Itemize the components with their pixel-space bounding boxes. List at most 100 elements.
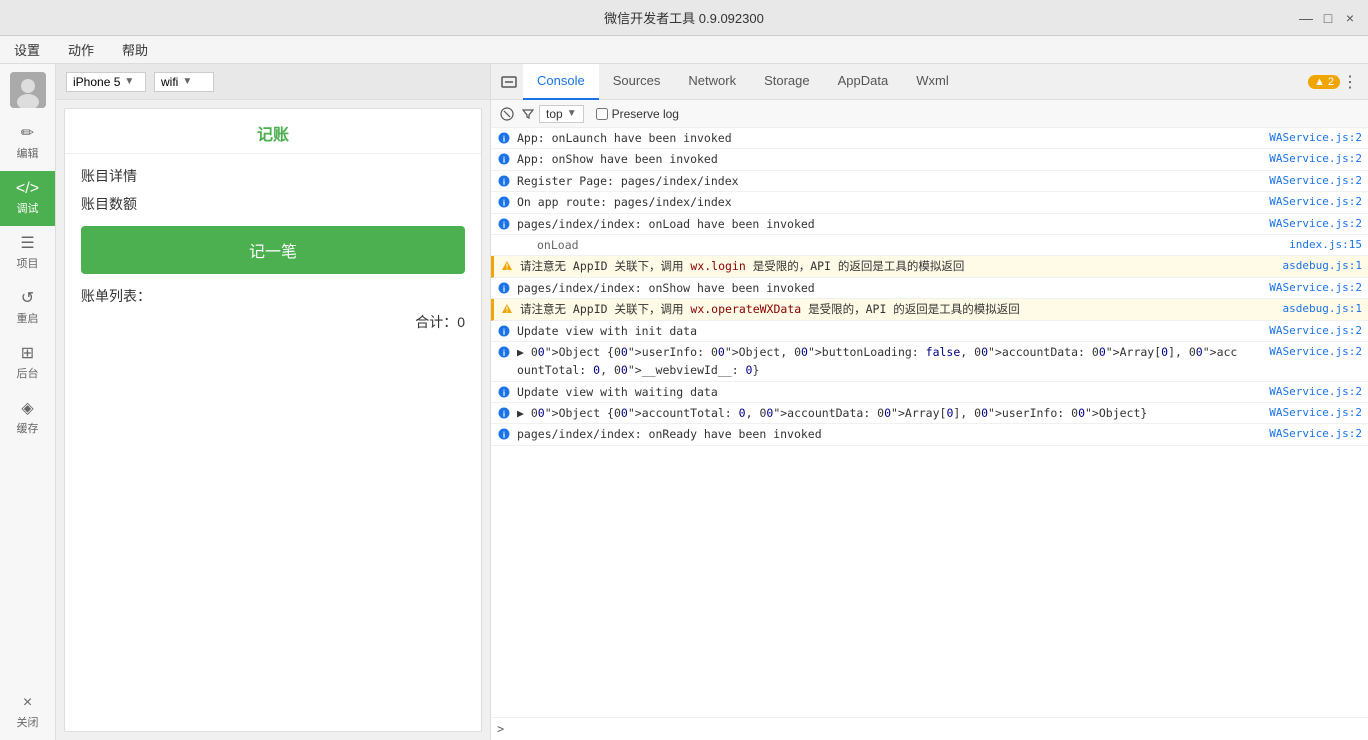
tab-console-label: Console <box>537 73 585 88</box>
preserve-log-label[interactable]: Preserve log <box>612 107 679 121</box>
edit-icon: ✏ <box>21 126 34 142</box>
console-log[interactable]: iApp: onLaunch have been invokedWAServic… <box>491 128 1368 717</box>
network-selector[interactable]: wifi ▼ <box>154 72 214 92</box>
log-source[interactable]: asdebug.js:1 <box>1242 300 1362 318</box>
tab-wxml[interactable]: Wxml <box>902 64 963 100</box>
sidebar-label-edit: 编辑 <box>17 145 39 161</box>
tab-storage[interactable]: Storage <box>750 64 824 100</box>
sidebar-label-project: 项目 <box>17 255 39 271</box>
sidebar-item-cache[interactable]: ◈ 缓存 <box>0 391 55 446</box>
sidebar-label-backend: 后台 <box>17 365 39 381</box>
tab-storage-label: Storage <box>764 73 810 88</box>
log-source[interactable]: WAService.js:2 <box>1242 193 1362 211</box>
clear-console-button[interactable] <box>497 104 517 124</box>
devtools-toolbar: top ▼ Preserve log <box>491 100 1368 128</box>
log-icon: ! <box>500 302 514 316</box>
log-text: 请注意无 AppID 关联下，调用 wx.login 是受限的，API 的返回是… <box>520 257 1242 275</box>
log-entry[interactable]: i▶ 00">Object {00">userInfo: 00">Object,… <box>491 342 1368 382</box>
console-prompt: > <box>497 722 504 736</box>
log-entry[interactable]: ipages/index/index: onLoad have been inv… <box>491 214 1368 235</box>
sidebar: ✏ 编辑 </> 调试 ☰ 项目 ↺ 重启 ⊞ 后台 ◈ 缓存 × 关闭 <box>0 64 56 740</box>
devtools-tab-icon <box>499 72 519 92</box>
log-icon: i <box>497 427 511 441</box>
devtools-menu-button[interactable]: ⋮ <box>1340 72 1360 92</box>
app-body: 账目详情 账目数额 记一笔 账单列表： 合计：0 <box>65 154 481 731</box>
minimize-button[interactable]: — <box>1298 10 1314 26</box>
log-source[interactable]: WAService.js:2 <box>1242 150 1362 168</box>
network-name: wifi <box>161 75 178 89</box>
tab-network[interactable]: Network <box>674 64 750 100</box>
tab-console[interactable]: Console <box>523 64 599 100</box>
log-source[interactable]: index.js:15 <box>1242 236 1362 254</box>
close-button[interactable]: × <box>1342 10 1358 26</box>
log-entry[interactable]: i App: onShow have been invokedWAService.… <box>491 149 1368 170</box>
titlebar-title: 微信开发者工具 0.9.092300 <box>604 8 764 27</box>
log-entry[interactable]: i Register Page: pages/index/indexWAServi… <box>491 171 1368 192</box>
svg-text:!: ! <box>505 306 510 315</box>
section-detail-label: 账目详情 <box>81 166 465 186</box>
preserve-log-checkbox[interactable] <box>596 108 608 120</box>
log-text: Register Page: pages/index/index <box>517 172 1242 190</box>
context-selector[interactable]: top ▼ <box>539 105 584 123</box>
maximize-button[interactable]: □ <box>1320 10 1336 26</box>
log-text: ▶ 00">Object {00">accountTotal: 0, 00">a… <box>517 404 1242 422</box>
log-text: App: onLaunch have been invoked <box>517 129 1242 147</box>
log-entry[interactable]: iUpdate view with waiting dataWAService.… <box>491 382 1368 403</box>
log-entry[interactable]: i ▶ 00">Object {00">accountTotal: 0, 00">… <box>491 403 1368 424</box>
log-entry[interactable]: iApp: onLaunch have been invokedWAServic… <box>491 128 1368 149</box>
bill-total: 合计：0 <box>81 312 465 332</box>
log-icon: i <box>497 152 511 166</box>
menu-help[interactable]: 帮助 <box>118 38 152 61</box>
tab-wxml-label: Wxml <box>916 73 949 88</box>
console-input[interactable] <box>510 722 1362 736</box>
tab-appdata[interactable]: AppData <box>824 64 903 100</box>
log-text: pages/index/index: onShow have been invo… <box>517 279 1242 297</box>
log-source[interactable]: WAService.js:2 <box>1242 172 1362 190</box>
bill-list-label: 账单列表： <box>81 286 465 306</box>
log-source[interactable]: WAService.js:2 <box>1242 279 1362 297</box>
tab-appdata-label: AppData <box>838 73 889 88</box>
sidebar-item-backend[interactable]: ⊞ 后台 <box>0 336 55 391</box>
log-icon: i <box>497 281 511 295</box>
device-name: iPhone 5 <box>73 75 120 89</box>
sidebar-label-close: 关闭 <box>17 714 39 730</box>
log-icon: i <box>497 174 511 188</box>
log-icon: i <box>497 324 511 338</box>
app-title: 记账 <box>81 121 465 145</box>
log-entry[interactable]: !请注意无 AppID 关联下，调用 wx.operateWXData 是受限的… <box>491 299 1368 320</box>
record-button[interactable]: 记一笔 <box>81 226 465 274</box>
log-source[interactable]: WAService.js:2 <box>1242 215 1362 233</box>
sidebar-item-debug[interactable]: </> 调试 <box>0 171 55 226</box>
console-input-row: > <box>491 717 1368 740</box>
sidebar-label-cache: 缓存 <box>17 420 39 436</box>
log-source[interactable]: WAService.js:2 <box>1242 322 1362 340</box>
log-source[interactable]: WAService.js:2 <box>1242 129 1362 147</box>
sidebar-item-restart[interactable]: ↺ 重启 <box>0 281 55 336</box>
tab-sources[interactable]: Sources <box>599 64 675 100</box>
menu-actions[interactable]: 动作 <box>64 38 98 61</box>
log-entry[interactable]: i pages/index/index: onShow have been inv… <box>491 278 1368 299</box>
titlebar-controls: — □ × <box>1298 10 1358 26</box>
log-entry[interactable]: i Update view with init dataWAService.js:… <box>491 321 1368 342</box>
log-source[interactable]: WAService.js:2 <box>1242 425 1362 443</box>
context-arrow-icon: ▼ <box>567 108 577 119</box>
log-icon: ! <box>500 259 514 273</box>
log-entry[interactable]: ! 请注意无 AppID 关联下，调用 wx.login 是受限的，API 的返回… <box>491 256 1368 277</box>
log-source[interactable]: WAService.js:2 <box>1242 383 1362 401</box>
menu-settings[interactable]: 设置 <box>10 38 44 61</box>
log-icon: i <box>497 406 511 420</box>
sidebar-item-close[interactable]: × 关闭 <box>0 685 55 740</box>
log-entry[interactable]: iOn app route: pages/index/indexWAServic… <box>491 192 1368 213</box>
log-source[interactable]: asdebug.js:1 <box>1242 257 1362 275</box>
device-selector[interactable]: iPhone 5 ▼ <box>66 72 146 92</box>
log-text: Update view with init data <box>517 322 1242 340</box>
log-text: App: onShow have been invoked <box>517 150 1242 168</box>
cache-icon: ◈ <box>21 401 33 417</box>
log-entry[interactable]: onLoadindex.js:15 <box>491 235 1368 256</box>
log-entry[interactable]: ipages/index/index: onReady have been in… <box>491 424 1368 445</box>
log-source[interactable]: WAService.js:2 <box>1242 343 1362 361</box>
sidebar-item-edit[interactable]: ✏ 编辑 <box>0 116 55 171</box>
log-source[interactable]: WAService.js:2 <box>1242 404 1362 422</box>
sidebar-item-project[interactable]: ☰ 项目 <box>0 226 55 281</box>
svg-text:!: ! <box>505 263 510 272</box>
